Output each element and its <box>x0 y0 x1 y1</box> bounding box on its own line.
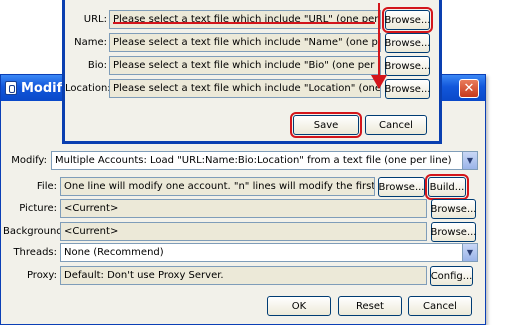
annotation-arrow-line <box>378 3 380 77</box>
name-browse-button[interactable]: Browse... <box>385 33 430 53</box>
bio-file-value: Please select a text file which include … <box>113 60 381 71</box>
location-label: Location: <box>65 83 111 94</box>
picture-label: Picture: <box>19 203 57 214</box>
bio-file-field[interactable]: Please select a text file which include … <box>109 56 381 75</box>
picture-field[interactable]: <Current> <box>60 199 427 218</box>
bio-browse-button[interactable]: Browse... <box>385 56 430 76</box>
background-label: Background: <box>3 226 67 237</box>
proxy-value: Default: Don't use Proxy Server. <box>64 270 224 281</box>
picture-value: <Current> <box>64 203 119 214</box>
cancel-button[interactable]: Cancel <box>408 296 472 316</box>
modify-mode-select[interactable]: Multiple Accounts: Load "URL:Name:Bio:Lo… <box>51 151 478 170</box>
proxy-config-button[interactable]: Config... <box>430 266 473 286</box>
front-cancel-button[interactable]: Cancel <box>365 115 427 135</box>
file-build-button[interactable]: Build... <box>425 174 469 200</box>
proxy-label: Proxy: <box>26 270 57 281</box>
chevron-down-icon[interactable]: ▼ <box>462 244 477 261</box>
file-label: File: <box>36 181 57 192</box>
threads-label: Threads: <box>13 247 57 258</box>
chevron-down-icon[interactable]: ▼ <box>462 152 477 169</box>
file-value: One line will modify one account. "n" li… <box>64 181 375 192</box>
ok-button[interactable]: OK <box>267 296 331 316</box>
picture-browse-button[interactable]: Browse... <box>431 199 476 219</box>
close-icon: ✕ <box>463 81 475 96</box>
threads-value: None (Recommend) <box>64 247 164 258</box>
name-label: Name: <box>74 37 107 48</box>
reset-button[interactable]: Reset <box>338 296 402 316</box>
modify-label: Modify: <box>11 155 47 166</box>
bio-label: Bio: <box>87 60 107 71</box>
close-button[interactable]: ✕ <box>459 79 479 98</box>
screenshot-stage: Modify ✕ Modify: Multiple Accounts: Load… <box>0 0 516 325</box>
load-files-dialog-body: URL: Please select a text file which inc… <box>65 0 439 141</box>
annotation-arrow-icon <box>371 75 387 89</box>
url-file-field[interactable]: Please select a text file which include … <box>109 10 381 29</box>
url-label: URL: <box>83 14 107 25</box>
url-browse-button[interactable]: Browse... <box>382 7 433 33</box>
save-button[interactable]: Save <box>290 112 362 138</box>
threads-select[interactable]: None (Recommend) ▼ <box>60 243 478 262</box>
background-value: <Current> <box>64 226 119 237</box>
modify-mode-value: Multiple Accounts: Load "URL:Name:Bio:Lo… <box>55 155 452 166</box>
location-browse-button[interactable]: Browse... <box>385 79 430 99</box>
name-file-field[interactable]: Please select a text file which include … <box>109 33 381 52</box>
file-field[interactable]: One line will modify one account. "n" li… <box>60 177 375 196</box>
file-browse-button[interactable]: Browse... <box>378 177 425 197</box>
background-browse-button[interactable]: Browse... <box>431 222 476 242</box>
background-field[interactable]: <Current> <box>60 222 427 241</box>
annotation-underline <box>113 22 375 24</box>
load-files-dialog: URL: Please select a text file which inc… <box>62 0 442 144</box>
name-file-value: Please select a text file which include … <box>113 37 380 48</box>
proxy-field[interactable]: Default: Don't use Proxy Server. <box>60 266 427 285</box>
location-file-field[interactable]: Please select a text file which include … <box>109 79 381 98</box>
app-icon <box>5 81 17 95</box>
location-file-value: Please select a text file which include … <box>113 83 381 94</box>
